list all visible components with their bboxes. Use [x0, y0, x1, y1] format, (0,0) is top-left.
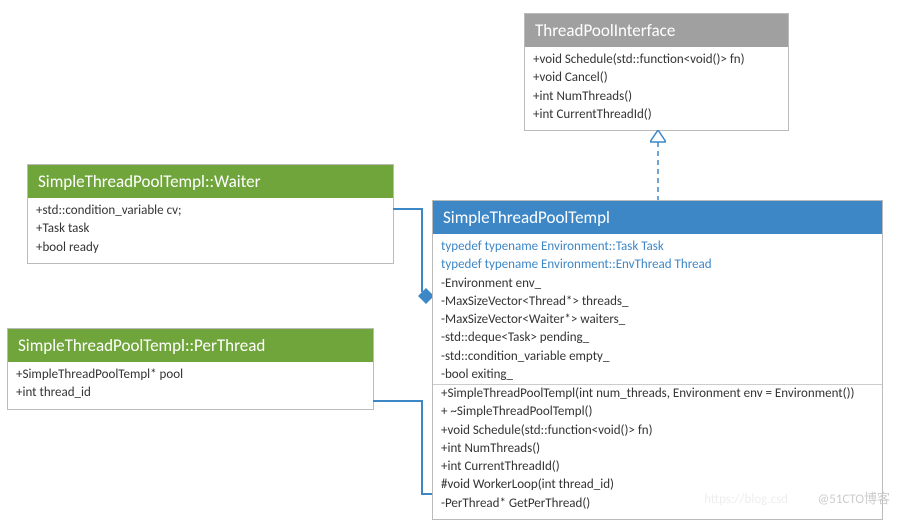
method: +SimpleThreadPoolTempl(int num_threads, …	[441, 385, 874, 403]
field: -std::deque<Task> pending_	[441, 329, 874, 347]
class-body: typedef typename Environment::Task Task …	[433, 234, 882, 519]
method: +int NumThreads()	[441, 440, 874, 458]
association-line	[393, 208, 423, 210]
member: +void Cancel()	[533, 69, 780, 87]
class-simplethreadpooltempl: SimpleThreadPoolTempl typedef typename E…	[432, 200, 883, 520]
method: +void Schedule(std::function<void()> fn)	[441, 422, 874, 440]
member: +int thread_id	[16, 384, 365, 402]
typedef: typedef typename Environment::Task Task	[441, 238, 874, 256]
method: + ~SimpleThreadPoolTempl()	[441, 403, 874, 421]
class-members: +std::condition_variable cv; +Task task …	[28, 198, 393, 263]
member: +Task task	[36, 220, 385, 238]
class-title: SimpleThreadPoolTempl::PerThread	[8, 329, 373, 362]
field: -MaxSizeVector<Thread*> threads_	[441, 293, 874, 311]
class-title: SimpleThreadPoolTempl::Waiter	[28, 165, 393, 198]
class-members: +void Schedule(std::function<void()> fn)…	[525, 47, 788, 130]
method: #void WorkerLoop(int thread_id)	[441, 476, 874, 494]
member: +std::condition_variable cv;	[36, 202, 385, 220]
class-waiter: SimpleThreadPoolTempl::Waiter +std::cond…	[27, 164, 394, 264]
watermark: https://blog.csd	[704, 492, 788, 507]
class-title: ThreadPoolInterface	[525, 14, 788, 47]
field: -bool exiting_	[441, 366, 874, 384]
method: -PerThread* GetPerThread()	[441, 495, 874, 513]
member: +int CurrentThreadId()	[533, 106, 780, 124]
member: +SimpleThreadPoolTempl* pool	[16, 366, 365, 384]
class-threadpoolinterface: ThreadPoolInterface +void Schedule(std::…	[524, 13, 789, 131]
field: -MaxSizeVector<Waiter*> waiters_	[441, 311, 874, 329]
member: +bool ready	[36, 239, 385, 257]
member: +void Schedule(std::function<void()> fn)	[533, 51, 780, 69]
typedef: typedef typename Environment::EnvThread …	[441, 256, 874, 274]
field: -Environment env_	[441, 275, 874, 293]
realization-arrow	[650, 130, 666, 200]
watermark: @51CTO博客	[818, 488, 890, 507]
method: +int CurrentThreadId()	[441, 458, 874, 476]
class-perthread: SimpleThreadPoolTempl::PerThread +Simple…	[7, 328, 374, 410]
association-line	[421, 400, 423, 493]
field: -std::condition_variable empty_	[441, 348, 874, 366]
association-line	[373, 400, 423, 402]
class-members: +SimpleThreadPoolTempl* pool +int thread…	[8, 362, 373, 409]
member: +int NumThreads()	[533, 88, 780, 106]
class-title: SimpleThreadPoolTempl	[433, 201, 882, 234]
association-line	[421, 208, 423, 292]
